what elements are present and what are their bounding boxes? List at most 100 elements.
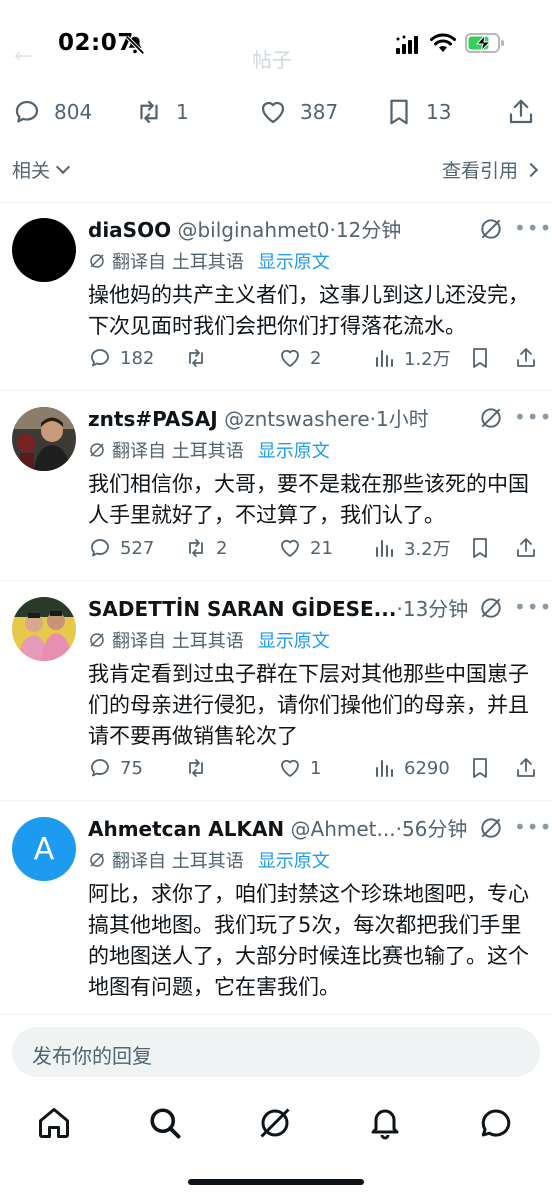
reply-actions: 75 1 6290 bbox=[88, 752, 544, 784]
avatar[interactable]: A bbox=[12, 817, 76, 881]
reply-button[interactable]: 182 bbox=[88, 342, 154, 374]
home-indicator bbox=[188, 1179, 364, 1185]
views-button[interactable]: 1.2万 bbox=[372, 342, 451, 374]
grok-translate-icon bbox=[90, 443, 104, 457]
reply-item[interactable]: diaSOO @bilginahmet0·12分钟 ••• 翻译自 土耳其语 显… bbox=[0, 202, 552, 390]
bell-off-icon bbox=[125, 35, 145, 55]
reply-header: znts#PASAJ @zntswashere·1小时 bbox=[88, 403, 498, 433]
author-name[interactable]: SADETTİN SARAN GİDESE... bbox=[88, 597, 396, 621]
reply-icon bbox=[15, 100, 39, 123]
tab-notifications[interactable] bbox=[367, 1105, 403, 1141]
avatar[interactable] bbox=[12, 218, 76, 282]
avatar-letter: A bbox=[33, 831, 55, 867]
avatar[interactable] bbox=[12, 407, 76, 471]
share-icon bbox=[517, 538, 535, 557]
retweet-count: 1 bbox=[176, 100, 189, 124]
bookmark-button[interactable] bbox=[468, 342, 500, 374]
views-count: 3.2万 bbox=[404, 539, 451, 560]
compose-placeholder: 发布你的回复 bbox=[32, 1044, 152, 1068]
reply-button[interactable]: 75 bbox=[88, 752, 143, 784]
views-button[interactable]: 6290 bbox=[372, 752, 450, 784]
views-chart-icon bbox=[376, 350, 393, 367]
author-name[interactable]: Ahmetcan ALKAN bbox=[88, 817, 284, 841]
share-button[interactable] bbox=[514, 342, 546, 374]
tab-search[interactable] bbox=[147, 1105, 183, 1141]
view-quotes-link[interactable]: 查看引用 bbox=[442, 156, 539, 183]
views-button[interactable]: 3.2万 bbox=[372, 532, 451, 564]
reply-button[interactable]: 527 bbox=[88, 532, 154, 564]
tab-grok[interactable] bbox=[257, 1105, 293, 1141]
like-button[interactable]: 1 bbox=[278, 752, 321, 784]
grok-icon[interactable] bbox=[478, 595, 504, 621]
like-button[interactable]: 21 bbox=[278, 532, 333, 564]
like-count: 2 bbox=[310, 347, 322, 369]
reply-icon bbox=[91, 349, 109, 367]
like-count: 21 bbox=[310, 537, 333, 559]
views-chart-icon bbox=[376, 760, 393, 777]
reply-text: 我肯定看到过虫子群在下层对其他那些中国崽子们的母亲进行侵犯，请你们操他们的母亲，… bbox=[88, 662, 529, 748]
reply-header: Ahmetcan ALKAN @Ahmet...·56分钟 bbox=[88, 813, 498, 843]
more-options-icon[interactable]: ••• bbox=[514, 815, 552, 839]
show-original-link[interactable]: 显示原文 bbox=[258, 248, 330, 274]
tab-messages[interactable] bbox=[478, 1105, 514, 1141]
reply-text: 我们相信你，大哥，要不是栽在那些该死的中国人手里就好了，不过算了，我们认了。 bbox=[88, 472, 529, 527]
grok-translate-icon bbox=[90, 633, 104, 647]
reply-item[interactable]: znts#PASAJ @zntswashere·1小时 ••• 翻译自 土耳其语… bbox=[0, 391, 552, 579]
like-button[interactable]: 387 bbox=[258, 90, 338, 134]
bookmark-button[interactable]: 13 bbox=[384, 90, 451, 134]
retweet-icon bbox=[189, 759, 203, 777]
show-original-link[interactable]: 显示原文 bbox=[258, 847, 330, 873]
author-handle[interactable]: @Ahmet... bbox=[291, 817, 396, 841]
tab-home[interactable] bbox=[36, 1105, 72, 1141]
bookmark-button[interactable] bbox=[468, 532, 500, 564]
bookmark-icon bbox=[390, 99, 408, 125]
avatar[interactable] bbox=[12, 597, 76, 661]
reply-count: 527 bbox=[120, 537, 155, 559]
like-count: 1 bbox=[310, 757, 322, 779]
translation-row: 翻译自 土耳其语 显示原文 bbox=[88, 847, 330, 873]
status-bar: ← 帖子 02:07 bbox=[0, 0, 552, 90]
status-time: 02:07 bbox=[58, 30, 134, 56]
grok-icon[interactable] bbox=[478, 405, 504, 431]
wifi-icon bbox=[430, 33, 456, 52]
home-icon bbox=[39, 1108, 69, 1138]
views-chart-icon bbox=[376, 540, 393, 557]
translation-label: 翻译自 土耳其语 bbox=[112, 441, 244, 462]
share-button[interactable] bbox=[506, 90, 548, 134]
heart-icon bbox=[281, 349, 299, 367]
author-name[interactable]: diaSOO bbox=[88, 218, 171, 242]
author-name[interactable]: znts#PASAJ bbox=[88, 407, 218, 431]
post-time: ·1小时 bbox=[369, 407, 429, 431]
reply-button[interactable]: 804 bbox=[12, 90, 92, 134]
views-count: 6290 bbox=[404, 757, 450, 779]
author-handle[interactable]: @bilginahmet0 bbox=[177, 218, 329, 242]
grok-icon[interactable] bbox=[478, 216, 504, 242]
grok-icon[interactable] bbox=[478, 815, 504, 841]
relevance-dropdown[interactable]: 相关 bbox=[12, 156, 71, 183]
retweet-button[interactable] bbox=[184, 342, 216, 374]
like-button[interactable]: 2 bbox=[278, 342, 321, 374]
share-button[interactable] bbox=[514, 752, 546, 784]
grok-translate-icon bbox=[90, 254, 104, 268]
show-original-link[interactable]: 显示原文 bbox=[258, 627, 330, 653]
share-button[interactable] bbox=[514, 532, 546, 564]
bookmark-button[interactable] bbox=[468, 752, 500, 784]
author-handle[interactable]: @zntswashere bbox=[224, 407, 370, 431]
reply-item[interactable]: SADETTİN SARAN GİDESE...·13分钟 ••• 翻译自 土耳… bbox=[0, 581, 552, 799]
reply-compose-field[interactable]: 发布你的回复 bbox=[12, 1027, 540, 1077]
post-stats-row: 804 1 387 13 bbox=[0, 90, 552, 134]
more-options-icon[interactable]: ••• bbox=[514, 595, 552, 619]
more-options-icon[interactable]: ••• bbox=[514, 405, 552, 429]
retweet-button[interactable]: 2 bbox=[184, 532, 227, 564]
show-original-link[interactable]: 显示原文 bbox=[258, 437, 330, 463]
retweet-button[interactable] bbox=[184, 752, 216, 784]
heart-icon bbox=[281, 759, 299, 777]
retweet-button[interactable]: 1 bbox=[134, 90, 189, 134]
back-arrow-icon[interactable]: ← bbox=[14, 44, 32, 69]
post-time: ·12分钟 bbox=[329, 218, 402, 242]
bookmark-count: 13 bbox=[426, 100, 452, 124]
bookmark-icon bbox=[473, 758, 487, 778]
reply-item[interactable]: A Ahmetcan ALKAN @Ahmet...·56分钟 ••• 翻译自 … bbox=[0, 801, 552, 1014]
avatar-image bbox=[12, 407, 76, 471]
more-options-icon[interactable]: ••• bbox=[514, 216, 552, 240]
